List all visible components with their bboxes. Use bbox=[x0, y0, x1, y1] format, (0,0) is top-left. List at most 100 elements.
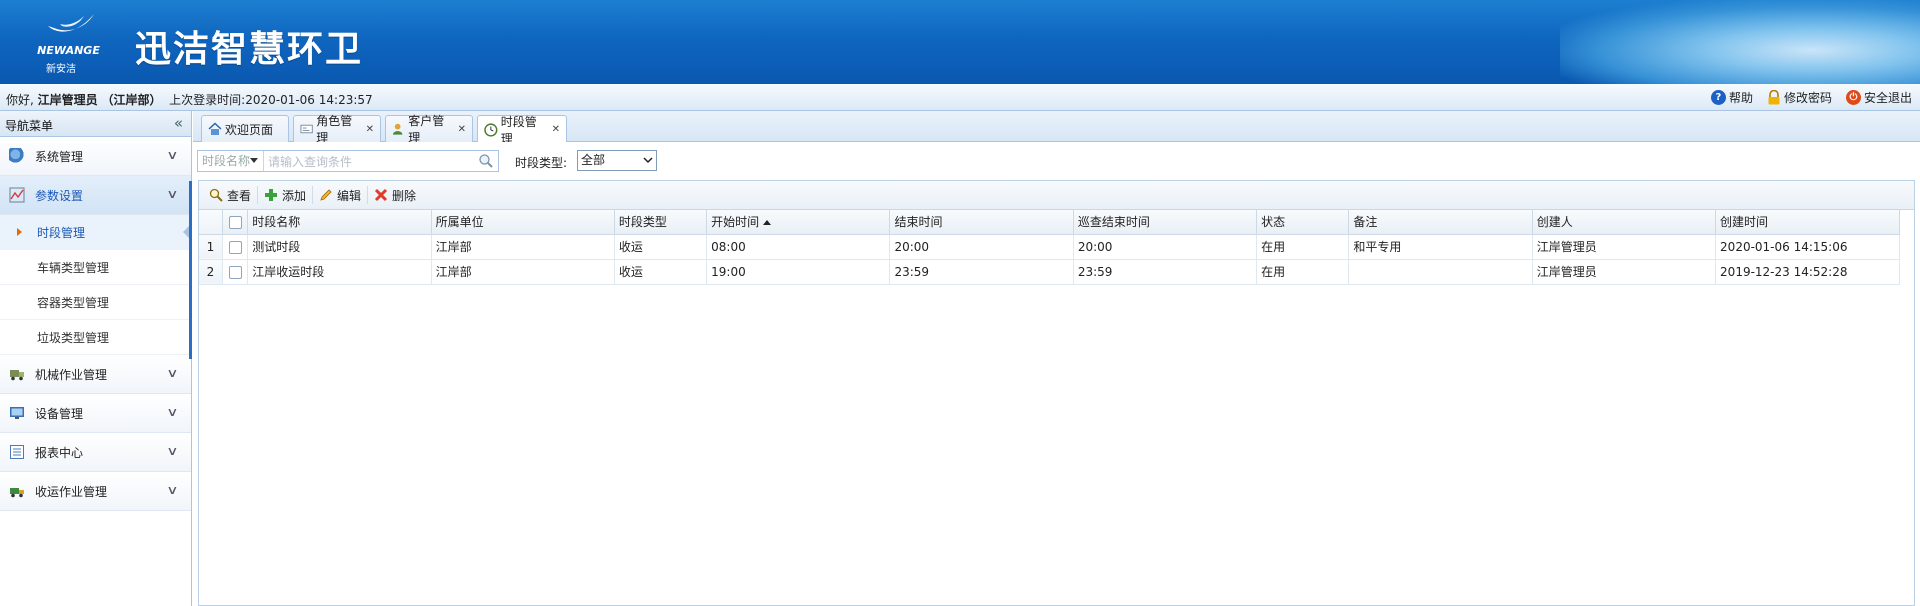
sidebar-item-container-type[interactable]: 容器类型管理 bbox=[0, 285, 191, 320]
column-header-status[interactable]: 状态 bbox=[1256, 210, 1350, 235]
sidebar-item-garbage-type[interactable]: 垃圾类型管理 bbox=[0, 320, 191, 355]
row-number: 2 bbox=[199, 259, 223, 285]
menu-group-params[interactable]: 参数设置 ∨ bbox=[0, 176, 191, 215]
close-icon[interactable]: ✕ bbox=[552, 124, 560, 135]
tab-welcome[interactable]: 欢迎页面 bbox=[201, 115, 289, 142]
delete-button-label: 删除 bbox=[392, 188, 417, 203]
data-grid: 查看 添加 编辑 删除 时段名称 所属单位 时段类型 开始时间 结束时间 巡查结… bbox=[198, 180, 1915, 606]
greet-prefix: 你好, bbox=[6, 93, 34, 107]
period-type-select[interactable]: 全部 bbox=[577, 150, 657, 171]
column-header-start[interactable]: 开始时间 bbox=[706, 210, 891, 235]
menu-group-collection[interactable]: 收运作业管理 ∨ bbox=[0, 472, 191, 511]
sidebar-item-label: 时段管理 bbox=[37, 225, 86, 240]
delete-button[interactable]: 删除 bbox=[368, 186, 422, 204]
filter-bar: 时段名称 请输入查询条件 时段类型: 全部 bbox=[193, 142, 1920, 180]
collapse-sidebar-icon[interactable]: « bbox=[174, 114, 183, 132]
table-row[interactable]: 2 江岸收运时段 江岸部 收运 19:00 23:59 23:59 在用 江岸管… bbox=[199, 259, 1900, 285]
magnifier-icon bbox=[209, 188, 223, 202]
search-field-label: 时段名称 bbox=[202, 154, 251, 168]
chevron-down-icon: ∨ bbox=[166, 366, 179, 380]
monitor-icon bbox=[10, 407, 24, 419]
row-number: 1 bbox=[199, 234, 223, 260]
search-icon[interactable] bbox=[478, 153, 494, 169]
tab-period[interactable]: 时段管理 ✕ bbox=[477, 115, 567, 146]
tab-label: 欢迎页面 bbox=[225, 122, 274, 137]
user-bar: 你好, 江岸管理员 （江岸部） 上次登录时间:2020-01-06 14:23:… bbox=[0, 84, 1920, 111]
close-icon[interactable]: ✕ bbox=[458, 124, 466, 135]
cell-created-time: 2019-12-23 14:52:28 bbox=[1715, 259, 1900, 285]
garbage-truck-icon bbox=[10, 488, 24, 498]
chevron-down-icon: ∨ bbox=[166, 405, 179, 419]
app-title: 迅洁智慧环卫 bbox=[135, 29, 364, 70]
cell-remark: 和平专用 bbox=[1348, 234, 1533, 260]
menu-group-device[interactable]: 设备管理 ∨ bbox=[0, 394, 191, 433]
cell-status: 在用 bbox=[1256, 259, 1350, 285]
help-link-label: 帮助 bbox=[1728, 91, 1753, 105]
menu-group-label: 设备管理 bbox=[35, 406, 84, 421]
change-password-label: 修改密码 bbox=[1783, 91, 1832, 105]
cell-name: 江岸收运时段 bbox=[247, 259, 432, 285]
menu-group-report[interactable]: 报表中心 ∨ bbox=[0, 433, 191, 472]
params-chart-icon bbox=[9, 187, 25, 203]
table-row[interactable]: 1 测试时段 江岸部 收运 08:00 20:00 20:00 在用 和平专用 … bbox=[199, 234, 1900, 260]
selected-arrow-icon bbox=[17, 228, 22, 236]
logo-swoosh-icon bbox=[48, 14, 94, 32]
edit-button[interactable]: 编辑 bbox=[313, 186, 369, 204]
user-links: ? 帮助 修改密码 ⏻ 安全退出 bbox=[1710, 89, 1912, 106]
add-button[interactable]: 添加 bbox=[258, 186, 314, 204]
menu-group-system[interactable]: 系统管理 ∨ bbox=[0, 137, 191, 176]
search-input[interactable]: 请输入查询条件 bbox=[264, 153, 478, 170]
menu-group-label: 机械作业管理 bbox=[35, 367, 108, 382]
select-all-checkbox-cell[interactable] bbox=[222, 210, 249, 235]
delete-x-icon bbox=[374, 188, 388, 202]
column-header-end[interactable]: 结束时间 bbox=[889, 210, 1074, 235]
cell-type: 收运 bbox=[614, 259, 708, 285]
sidebar-item-label: 车辆类型管理 bbox=[37, 260, 110, 275]
column-header-patrol-end[interactable]: 巡查结束时间 bbox=[1073, 210, 1258, 235]
sidebar-item-vehicle-type[interactable]: 车辆类型管理 bbox=[0, 250, 191, 285]
view-button[interactable]: 查看 bbox=[203, 186, 259, 204]
close-icon[interactable]: ✕ bbox=[366, 124, 374, 135]
menu-group-label: 报表中心 bbox=[35, 445, 84, 460]
tab-customer[interactable]: 客户管理 ✕ bbox=[385, 114, 473, 145]
user-greeting: 你好, 江岸管理员 （江岸部） 上次登录时间:2020-01-06 14:23:… bbox=[6, 91, 373, 108]
cell-creator: 江岸管理员 bbox=[1532, 234, 1717, 260]
column-header-unit[interactable]: 所属单位 bbox=[431, 210, 615, 235]
sidebar-item-label: 容器类型管理 bbox=[37, 295, 110, 310]
period-type-value: 全部 bbox=[581, 153, 606, 167]
menu-group-label: 收运作业管理 bbox=[35, 484, 108, 499]
cell-patrol-end: 23:59 bbox=[1073, 259, 1258, 285]
column-header-name[interactable]: 时段名称 bbox=[247, 210, 432, 235]
period-table: 时段名称 所属单位 时段类型 开始时间 结束时间 巡查结束时间 状态 备注 创建… bbox=[199, 210, 1900, 285]
menu-group-machine[interactable]: 机械作业管理 ∨ bbox=[0, 355, 191, 394]
column-header-type[interactable]: 时段类型 bbox=[614, 210, 708, 235]
column-header-creator[interactable]: 创建人 bbox=[1532, 210, 1717, 235]
last-login-time: 2020-01-06 14:23:57 bbox=[245, 93, 373, 107]
help-link[interactable]: ? 帮助 bbox=[1710, 89, 1753, 106]
search-field-select[interactable]: 时段名称 bbox=[198, 151, 264, 171]
select-all-checkbox[interactable] bbox=[228, 215, 242, 229]
logout-label: 安全退出 bbox=[1863, 91, 1912, 105]
logo-chinese-text: 新安洁 bbox=[46, 64, 76, 75]
system-gear-icon bbox=[9, 148, 25, 164]
column-header-remark[interactable]: 备注 bbox=[1348, 210, 1533, 235]
sidebar-item-period[interactable]: 时段管理 bbox=[0, 215, 192, 250]
header-banner: NEWANGE 新安洁 迅洁智慧环卫 bbox=[0, 0, 1920, 84]
column-header-created-time[interactable]: 创建时间 bbox=[1715, 210, 1900, 235]
row-checkbox[interactable] bbox=[228, 240, 242, 254]
sort-ascending-icon bbox=[763, 220, 772, 226]
tab-label: 客户管理 bbox=[408, 114, 445, 145]
user-name: 江岸管理员 bbox=[37, 93, 98, 107]
search-box: 时段名称 请输入查询条件 bbox=[197, 150, 499, 172]
sidebar-header: 导航菜单 « bbox=[0, 111, 191, 137]
cell-patrol-end: 20:00 bbox=[1073, 234, 1258, 260]
report-icon bbox=[10, 445, 24, 459]
row-checkbox[interactable] bbox=[228, 265, 242, 279]
logout-link[interactable]: ⏻ 安全退出 bbox=[1845, 89, 1912, 106]
row-checkbox-cell[interactable] bbox=[222, 259, 249, 285]
change-password-link[interactable]: 修改密码 bbox=[1767, 89, 1832, 106]
tab-role[interactable]: 角色管理 ✕ bbox=[293, 114, 381, 145]
row-checkbox-cell[interactable] bbox=[222, 234, 249, 260]
chevron-down-icon: ∨ bbox=[166, 187, 179, 201]
customer-icon bbox=[392, 123, 403, 135]
